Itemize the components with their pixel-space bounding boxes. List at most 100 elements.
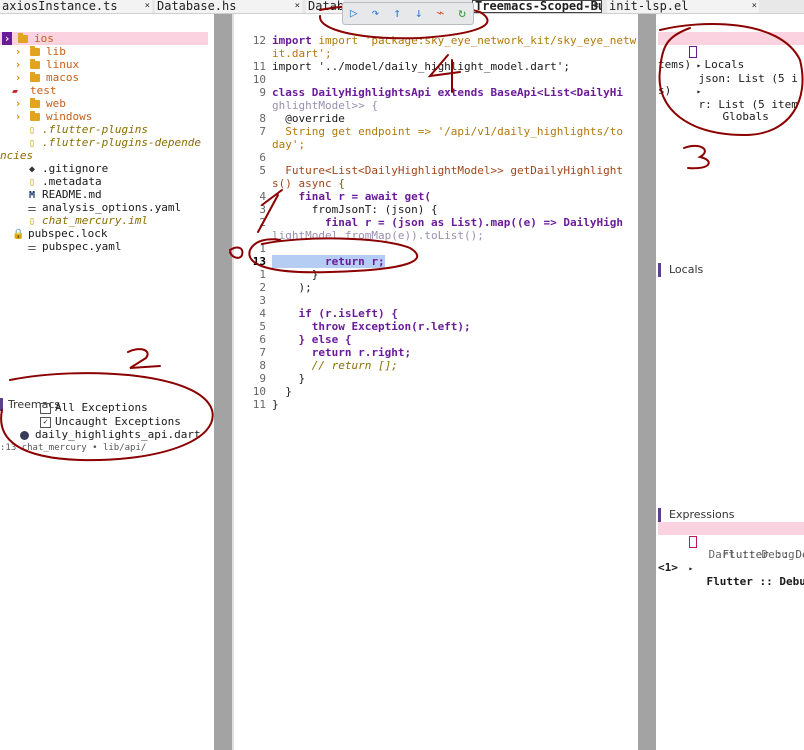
close-icon[interactable]: × xyxy=(145,0,150,13)
code-text: } else { xyxy=(272,333,352,346)
expression-label: Flutter :: Debug xyxy=(706,575,804,588)
line-number: 7 xyxy=(259,346,266,359)
code-line: 10 } xyxy=(234,385,636,398)
code-text: } xyxy=(272,385,292,398)
tree-item-analysis-options[interactable]: ⚌ analysis_options.yaml xyxy=(0,201,182,214)
tree-item-label: test xyxy=(30,84,57,97)
tree-item-macos[interactable]: › macos xyxy=(0,71,79,84)
code-line: 9 } xyxy=(234,372,636,385)
tree-item-pubspec-lock[interactable]: 🔒 pubspec.lock xyxy=(0,227,107,240)
close-icon[interactable]: × xyxy=(752,0,757,13)
tree-item-flutter-plugins-dependencies[interactable]: ▯ .flutter-plugins-depende xyxy=(0,136,201,149)
code-text: } xyxy=(272,372,306,385)
close-icon[interactable]: × xyxy=(594,1,599,12)
checkbox-icon xyxy=(40,402,51,414)
code-line: 7 String get endpoint => '/api/v1/daily_… xyxy=(234,125,636,138)
tab-database-hs[interactable]: Database.hs × xyxy=(155,0,302,13)
restart-icon[interactable]: ↻ xyxy=(458,3,466,24)
line-number: 2 xyxy=(259,216,266,229)
close-icon[interactable]: × xyxy=(295,0,300,13)
tab-treemacs-scoped[interactable]: Treemacs-Scoped-Bu × xyxy=(472,0,602,13)
expression-item[interactable]: Dart :: Debug xyxy=(658,522,804,561)
expression-item[interactable]: ▸ Flutter :: Debug xyxy=(658,548,804,588)
line-number: 9 xyxy=(259,86,266,99)
chevron-right-icon: › xyxy=(2,32,12,45)
breakpoint-file-row[interactable]: daily_highlights_api.dart xyxy=(20,428,201,441)
tree-item-linux[interactable]: › linux xyxy=(0,58,79,71)
uncaught-exceptions-toggle[interactable]: ✓ Uncaught Exceptions xyxy=(40,415,181,428)
line-number: 8 xyxy=(259,359,266,372)
tree-item-label: .flutter-plugins-depende xyxy=(42,136,201,149)
tree-item-test[interactable]: ▰ test xyxy=(0,84,57,97)
code-line: 9 class DailyHighlightsApi extends BaseAp… xyxy=(234,86,636,99)
settings-file-icon: ⚌ xyxy=(27,242,37,253)
tree-item-lib[interactable]: › lib xyxy=(0,45,66,58)
chevron-right-icon: › xyxy=(14,71,22,84)
folder-icon xyxy=(30,98,40,108)
step-over-icon[interactable]: ↷ xyxy=(372,3,380,24)
local-r[interactable]: ▸ r: List (5 item xyxy=(658,71,804,111)
continue-icon[interactable]: ▷ xyxy=(350,3,358,24)
tree-item-label: .metadata xyxy=(42,175,102,188)
tree-item-metadata[interactable]: ▯ .metadata xyxy=(0,175,102,188)
tree-item-windows[interactable]: › windows xyxy=(0,110,93,123)
tree-item-web[interactable]: › web xyxy=(0,97,66,110)
tree-item-pubspec-yaml[interactable]: ⚌ pubspec.yaml xyxy=(0,240,122,253)
step-out-icon[interactable]: ↑ xyxy=(393,3,401,24)
local-json-wrap-label: tems) xyxy=(658,58,692,71)
code-line: 1 } xyxy=(234,268,636,281)
code-text: lightModel.fromMap(e)).toList(); xyxy=(272,229,484,242)
code-line: day'; xyxy=(234,138,636,151)
breakpoint-file-label: daily_highlights_api.dart xyxy=(35,428,201,441)
tree-item-label: macos xyxy=(46,71,80,84)
code-text: import '../model/daily_highlight_model.d… xyxy=(272,60,571,73)
locals-header-row[interactable]: Locals xyxy=(658,32,804,71)
line-number: 6 xyxy=(259,151,266,164)
line-number: 8 xyxy=(259,112,266,125)
line-number: 4 xyxy=(259,190,266,203)
globals-label: Globals xyxy=(722,110,769,123)
folder-icon xyxy=(18,33,28,43)
tree-item-label: windows xyxy=(46,110,93,123)
scrollbar-right[interactable] xyxy=(638,14,656,750)
code-line: it.dart'; xyxy=(234,47,636,60)
local-json[interactable]: ▸ json: List (5 i xyxy=(658,45,804,85)
code-editor[interactable]: 12 import import 'package:sky_eye_network… xyxy=(234,14,636,750)
scrollbar-left[interactable] xyxy=(214,14,232,750)
uncaught-exceptions-label: Uncaught Exceptions xyxy=(55,415,181,428)
all-exceptions-toggle[interactable]: All Exceptions xyxy=(40,401,148,414)
local-r-wrap: s) xyxy=(658,84,804,97)
tab-init-lsp[interactable]: init-lsp.el × xyxy=(607,0,759,13)
code-text: } xyxy=(272,268,319,281)
local-json-wrap: tems) xyxy=(658,58,804,71)
tab-axios-instance[interactable]: axiosInstance.ts × xyxy=(0,0,152,13)
step-in-icon[interactable]: ↓ xyxy=(415,3,423,24)
breakpoint-location[interactable]: :13 chat_mercury • lib/api/ xyxy=(0,442,146,455)
tab-datab[interactable]: Datab xyxy=(306,0,344,13)
disconnect-icon[interactable]: ⌁ xyxy=(437,3,445,24)
chevron-right-icon: › xyxy=(14,45,22,58)
tree-item-ios[interactable]: › ios xyxy=(0,32,208,45)
code-text: ); xyxy=(272,281,312,294)
tree-item-iml[interactable]: ▯ chat_mercury.iml xyxy=(0,214,148,227)
tab-label: init-lsp.el xyxy=(609,0,689,13)
folder-icon xyxy=(30,111,40,121)
expression-item[interactable]: Flutter :: Debug xyxy=(658,535,804,561)
tree-item-gitignore[interactable]: ◆ .gitignore xyxy=(0,162,108,175)
folder-icon xyxy=(30,59,40,69)
code-text: } xyxy=(272,398,279,411)
line-number: 11 xyxy=(252,398,266,411)
line-number: 10 xyxy=(252,73,266,86)
tree-item-readme[interactable]: M README.md xyxy=(0,188,102,201)
code-text: throw Exception(r.left); xyxy=(272,320,471,333)
line-number: 13 xyxy=(252,255,266,268)
code-text: String get endpoint => '/api/v1/daily_hi… xyxy=(272,125,623,138)
line-number: 3 xyxy=(259,294,266,307)
code-line: 8 // return []; xyxy=(234,359,636,372)
globals-row[interactable]: Globals xyxy=(658,97,804,123)
chevron-right-icon: › xyxy=(14,97,22,110)
tab-label: axiosInstance.ts xyxy=(2,0,118,13)
expressions-footer: <1> xyxy=(658,561,678,574)
tree-item-label: chat_mercury.iml xyxy=(42,214,148,227)
tree-item-flutter-plugins[interactable]: ▯ .flutter-plugins xyxy=(0,123,148,136)
